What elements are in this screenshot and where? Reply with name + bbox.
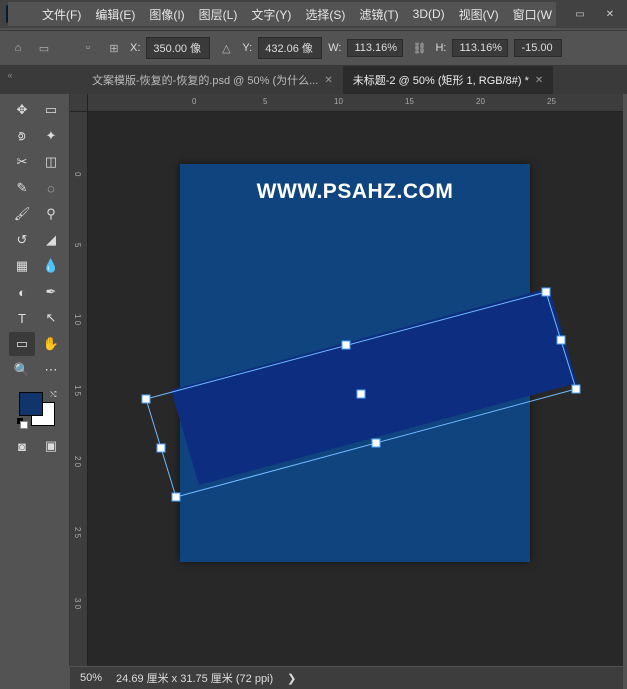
menu-edit[interactable]: 编辑(E) — [91, 4, 139, 25]
ruler-vertical[interactable]: 0 5 1 0 1 5 2 0 2 5 3 0 — [70, 112, 88, 666]
pen-tool[interactable]: ✒ — [38, 280, 64, 304]
delta-icon[interactable]: △ — [216, 38, 236, 58]
ruler-tick: 5 — [73, 243, 82, 247]
color-swatches[interactable]: ⤭ — [17, 390, 57, 428]
menu-layer[interactable]: 图层(L) — [195, 4, 242, 25]
ruler-tick: 10 — [334, 97, 343, 106]
tools-panel: ✥▭ ⟄✦ ✂◫ ✎◌ 🖌⚲ ↺◢ ▦💧 ◐✒ T↖ ▭✋ 🔍⋯ ⤭ ◙▣ — [4, 94, 70, 666]
angle-field[interactable]: -15.00 — [514, 39, 562, 57]
h-field[interactable]: 113.16% — [452, 39, 508, 57]
menu-file[interactable]: 文件(F) — [38, 4, 85, 25]
status-arrow-icon[interactable]: ❯ — [287, 672, 296, 685]
stamp-tool[interactable]: ⚲ — [38, 202, 64, 226]
maximize-button[interactable]: ▭ — [569, 5, 591, 23]
ruler-tick: 0 — [192, 97, 196, 106]
wand-tool[interactable]: ✦ — [38, 124, 64, 148]
close-icon[interactable]: ✕ — [535, 75, 543, 86]
watermark-text: WWW.PSAHZ.COM — [180, 164, 530, 204]
transform-mode-icon[interactable]: ▭ — [34, 38, 54, 58]
brush-tool[interactable]: 🖌 — [9, 202, 35, 226]
blur-tool[interactable]: 💧 — [38, 254, 64, 278]
default-colors-icon[interactable] — [17, 418, 27, 428]
quickmask-tool[interactable]: ◙ — [9, 434, 35, 458]
x-field[interactable]: 350.00 像 — [146, 37, 210, 59]
tab-active-label: 未标题-2 @ 50% (矩形 1, RGB/8#) * — [353, 72, 529, 88]
ruler-tick: 1 0 — [73, 314, 82, 325]
patch-tool[interactable]: ◌ — [38, 176, 64, 200]
menu-view[interactable]: 视图(V) — [455, 4, 503, 25]
document-tabs: 文案模版-恢复的-恢复的.psd @ 50% (为什么... ✕ 未标题-2 @… — [0, 66, 627, 94]
lasso-tool[interactable]: ⟄ — [9, 124, 35, 148]
doc-dimensions[interactable]: 24.69 厘米 x 31.75 厘米 (72 ppi) — [116, 670, 273, 686]
x-label: X: — [130, 42, 140, 54]
home-icon[interactable]: ⌂ — [8, 38, 28, 58]
type-tool[interactable]: T — [9, 306, 35, 330]
ruler-tick: 2 5 — [73, 527, 82, 538]
path-tool[interactable]: ↖ — [38, 306, 64, 330]
eyedropper-tool[interactable]: ✎ — [9, 176, 35, 200]
tab-inactive[interactable]: 文案模版-恢复的-恢复的.psd @ 50% (为什么... ✕ — [82, 66, 343, 94]
menu-window[interactable]: 窗口(W — [509, 4, 556, 25]
ruler-tick: 5 — [263, 97, 267, 106]
foreground-color[interactable] — [19, 392, 43, 416]
zoom-level[interactable]: 50% — [80, 672, 102, 684]
swap-colors-icon[interactable]: ⤭ — [50, 390, 56, 400]
panel-grip-icon[interactable]: « — [4, 70, 16, 80]
shape-tool[interactable]: ▭ — [9, 332, 35, 356]
menu-image[interactable]: 图像(I) — [145, 4, 188, 25]
tab-active[interactable]: 未标题-2 @ 50% (矩形 1, RGB/8#) * ✕ — [343, 66, 554, 94]
ruler-tick: 25 — [547, 97, 556, 106]
y-label: Y: — [242, 42, 252, 54]
ruler-origin[interactable] — [70, 94, 88, 112]
ruler-tick: 15 — [405, 97, 414, 106]
menu-bar: 文件(F) 编辑(E) 图像(I) 图层(L) 文字(Y) 选择(S) 滤镜(T… — [8, 2, 556, 26]
close-button[interactable]: ✕ — [599, 5, 621, 23]
ruler-tick: 1 5 — [73, 385, 82, 396]
hand-tool[interactable]: ✋ — [38, 332, 64, 356]
move-tool[interactable]: ✥ — [9, 98, 35, 122]
canvas-area[interactable]: 0 5 10 15 20 25 0 5 1 0 1 5 2 0 2 5 3 0 … — [70, 94, 623, 666]
h-label: H: — [435, 42, 446, 54]
slice-tool[interactable]: ◫ — [38, 150, 64, 174]
link-icon[interactable]: ⛓ — [409, 38, 429, 58]
status-bar: 50% 24.69 厘米 x 31.75 厘米 (72 ppi) ❯ — [70, 667, 623, 689]
dodge-tool[interactable]: ◐ — [9, 280, 35, 304]
reference-point-icon[interactable]: ▫ — [78, 38, 98, 58]
w-label: W: — [328, 42, 341, 54]
gradient-tool[interactable]: ▦ — [9, 254, 35, 278]
options-bar: ⌂ ▭ ▫ ⊞ X: 350.00 像 △ Y: 432.06 像 W: 113… — [0, 30, 627, 66]
edit-toolbar[interactable]: ⋯ — [38, 358, 64, 382]
menu-filter[interactable]: 滤镜(T) — [355, 4, 402, 25]
ruler-horizontal[interactable]: 0 5 10 15 20 25 — [88, 94, 623, 112]
menu-select[interactable]: 选择(S) — [301, 4, 349, 25]
ruler-tick: 2 0 — [73, 456, 82, 467]
artboard[interactable]: WWW.PSAHZ.COM — [180, 164, 530, 562]
crop-tool[interactable]: ✂ — [9, 150, 35, 174]
menu-type[interactable]: 文字(Y) — [247, 4, 295, 25]
reference-grid-icon[interactable]: ⊞ — [104, 38, 124, 58]
history-brush-tool[interactable]: ↺ — [9, 228, 35, 252]
y-field[interactable]: 432.06 像 — [258, 37, 322, 59]
tab-inactive-label: 文案模版-恢复的-恢复的.psd @ 50% (为什么... — [92, 72, 318, 88]
ruler-tick: 20 — [476, 97, 485, 106]
w-field[interactable]: 113.16% — [347, 39, 403, 57]
eraser-tool[interactable]: ◢ — [38, 228, 64, 252]
marquee-tool[interactable]: ▭ — [38, 98, 64, 122]
ruler-tick: 3 0 — [73, 598, 82, 609]
screenmode-tool[interactable]: ▣ — [38, 434, 64, 458]
zoom-tool[interactable]: 🔍 — [9, 358, 35, 382]
ruler-tick: 0 — [73, 172, 82, 176]
menu-3d[interactable]: 3D(D) — [409, 5, 449, 23]
close-icon[interactable]: ✕ — [324, 75, 332, 86]
